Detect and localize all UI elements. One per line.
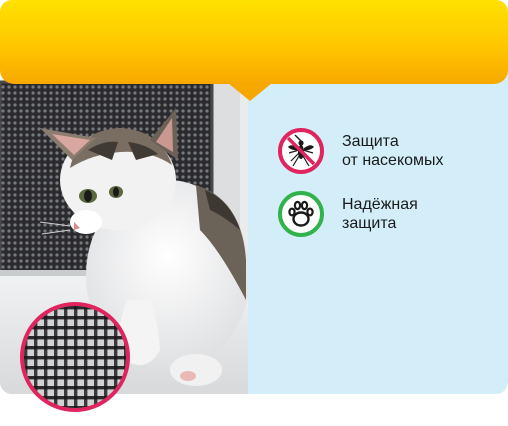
feature-insect-line2: от насекомых (342, 152, 444, 169)
no-insect-icon (278, 128, 324, 174)
feature-reliable-line1: Надёжная (342, 196, 418, 213)
feature-insect-label: Защита от насекомых (342, 132, 444, 170)
feature-insect-protection: Защита от насекомых (278, 128, 444, 174)
feature-insect-line1: Защита (342, 133, 399, 150)
feature-reliable-line2: защита (342, 215, 397, 232)
mesh-closeup-image (20, 302, 130, 412)
feature-reliable-label: Надёжная защита (342, 195, 418, 233)
feature-reliable-protection: Надёжная защита (278, 191, 418, 237)
paw-icon (278, 191, 324, 237)
top-banner (0, 0, 508, 84)
banner-pointer (228, 83, 272, 101)
